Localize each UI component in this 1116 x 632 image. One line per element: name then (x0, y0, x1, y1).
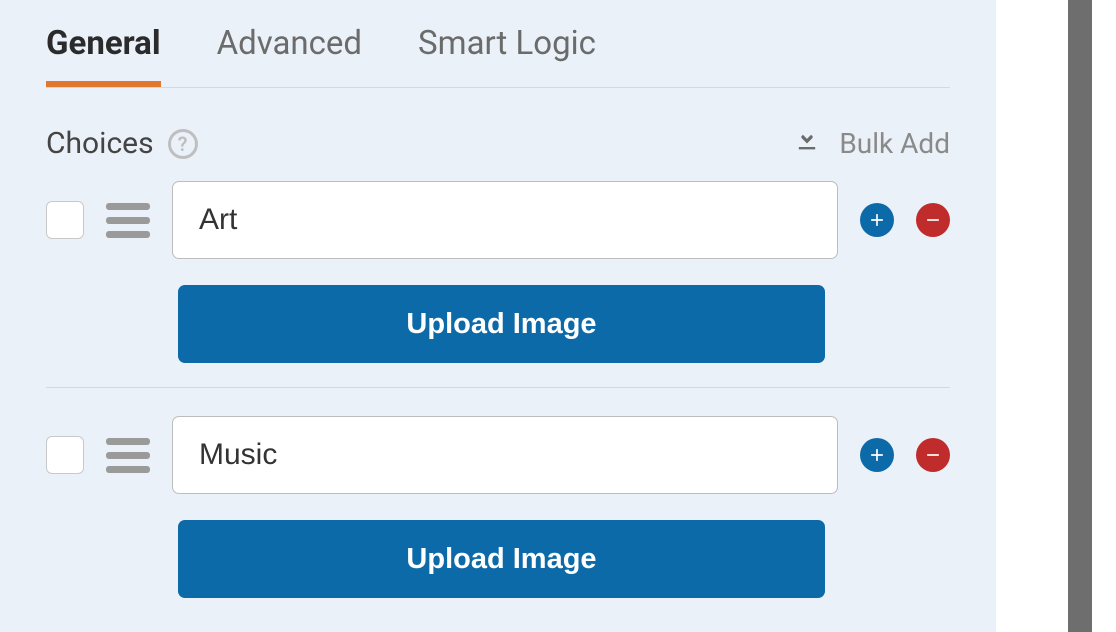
tabs: General Advanced Smart Logic (46, 0, 950, 88)
add-choice-button[interactable] (860, 203, 894, 237)
bulk-add-label: Bulk Add (839, 127, 950, 160)
drag-handle-icon[interactable] (106, 438, 150, 473)
right-gutter (996, 0, 1092, 632)
choice-text-input[interactable] (172, 416, 838, 494)
choices-header: Choices ? Bulk Add (46, 126, 950, 161)
settings-panel: General Advanced Smart Logic Choices ? B… (0, 0, 996, 632)
remove-choice-button[interactable] (916, 438, 950, 472)
choice-default-checkbox[interactable] (46, 436, 84, 474)
choice-actions (860, 438, 950, 472)
choice-default-checkbox[interactable] (46, 201, 84, 239)
add-choice-button[interactable] (860, 438, 894, 472)
tab-advanced[interactable]: Advanced (217, 24, 362, 87)
choices-label: Choices ? (46, 126, 198, 161)
upload-wrap: Upload Image (178, 520, 950, 598)
choice-row (46, 181, 950, 259)
upload-wrap: Upload Image (178, 285, 950, 363)
choice-item: Upload Image (46, 416, 950, 622)
tab-general[interactable]: General (46, 24, 161, 87)
choice-item: Upload Image (46, 181, 950, 388)
bulk-add-button[interactable]: Bulk Add (793, 126, 950, 161)
upload-image-button[interactable]: Upload Image (178, 520, 825, 598)
scrollbar[interactable] (1068, 0, 1092, 632)
drag-handle-icon[interactable] (106, 203, 150, 238)
help-icon[interactable]: ? (168, 129, 198, 159)
tab-smart-logic[interactable]: Smart Logic (418, 24, 596, 87)
choice-actions (860, 203, 950, 237)
choice-row (46, 416, 950, 494)
choices-label-text: Choices (46, 126, 154, 161)
choice-text-input[interactable] (172, 181, 838, 259)
remove-choice-button[interactable] (916, 203, 950, 237)
upload-image-button[interactable]: Upload Image (178, 285, 825, 363)
download-icon (793, 126, 821, 161)
